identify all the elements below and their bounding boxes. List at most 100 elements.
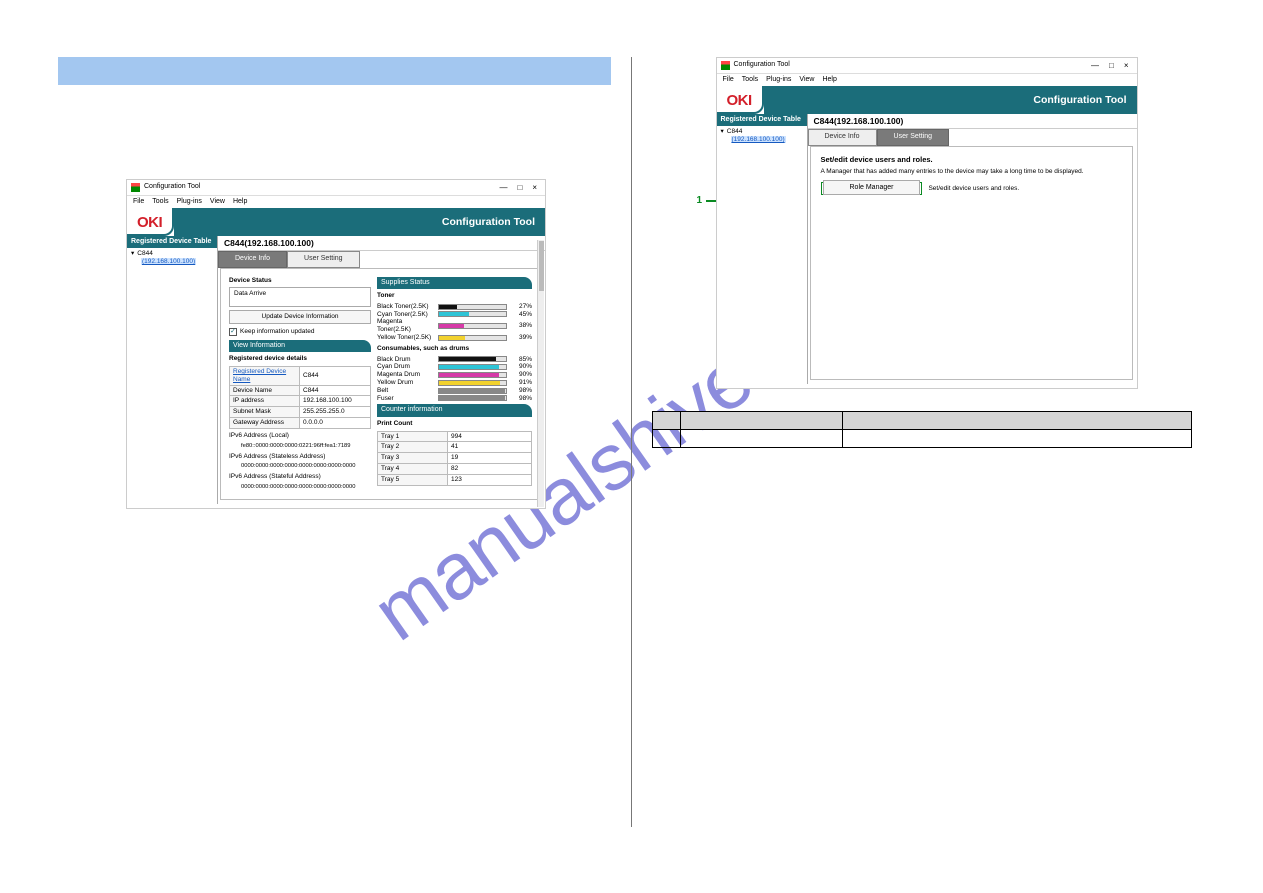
view-info-header: View Information (229, 340, 371, 352)
supply-pct: 91% (510, 379, 532, 387)
menu-file[interactable]: File (723, 76, 734, 84)
menu-help[interactable]: Help (233, 198, 247, 206)
tab-user-setting[interactable]: User Setting (877, 129, 950, 145)
left-pane-header: Registered Device Table (127, 236, 217, 248)
keep-updated-checkbox[interactable]: ✓ (229, 328, 237, 336)
page: Configuration Tool — □ × File Tools Plug… (0, 0, 1263, 893)
menu-help[interactable]: Help (822, 76, 836, 84)
device-status-value: Data Arrive (234, 290, 266, 297)
table-row: Tray 5123 (378, 474, 532, 485)
tab-device-info[interactable]: Device Info (218, 251, 287, 267)
tree-ip-link[interactable]: (192.168.100.100) (141, 258, 196, 265)
supply-row: Cyan Toner(2.5K)45% (377, 311, 532, 319)
supply-row: Black Drum 85% (377, 356, 532, 364)
td-num (652, 430, 680, 448)
menu-view[interactable]: View (210, 198, 225, 206)
supply-pct: 98% (510, 387, 532, 395)
table-header-row (652, 412, 1191, 430)
minimize-button[interactable]: — (499, 183, 507, 193)
window-controls: — □ × (499, 183, 541, 193)
device-title: C844(192.168.100.100) (218, 236, 545, 251)
tray-value: 123 (448, 474, 532, 485)
device-tree: ▾ C844 (192.168.100.100) (127, 248, 217, 268)
menu-plugins[interactable]: Plug-ins (177, 198, 202, 206)
details-header: Registered device details (229, 355, 371, 363)
tree-expand-icon[interactable]: ▾ (721, 128, 724, 136)
scrollbar[interactable] (537, 240, 544, 507)
role-manager-note: Set/edit device users and roles. (928, 185, 1019, 193)
menu-plugins[interactable]: Plug-ins (766, 76, 791, 84)
supply-row: Belt 98% (377, 387, 532, 395)
keep-updated-row[interactable]: ✓ Keep information updated (229, 327, 371, 337)
tray-name: Tray 1 (378, 431, 448, 442)
tree-ip-link[interactable]: (192.168.100.100) (731, 136, 786, 143)
row-val: 255.255.255.0 (300, 407, 371, 418)
table-row: Device NameC844 (230, 385, 371, 396)
left-pane: Registered Device Table ▾ C844 (192.168.… (127, 236, 217, 504)
menu-file[interactable]: File (133, 198, 144, 206)
menu-view[interactable]: View (799, 76, 814, 84)
ipv6-local-value: fe80::0000:0000:0000:0221:96ff:fea1:7189 (229, 443, 371, 450)
scrollbar-thumb[interactable] (539, 241, 544, 291)
ipv6-stateless-label: IPv6 Address (Stateless Address) (229, 453, 371, 461)
tray-value: 994 (448, 431, 532, 442)
supply-name: Black Drum (377, 356, 435, 364)
minimize-button[interactable]: — (1091, 61, 1099, 71)
supply-bar (438, 323, 507, 329)
role-manager-button[interactable]: Role Manager (823, 180, 921, 195)
table-row: Subnet Mask255.255.255.0 (230, 407, 371, 418)
tabs-row: Device Info User Setting (808, 129, 1137, 145)
update-device-info-button[interactable]: Update Device Information (229, 310, 371, 324)
tray-name: Tray 5 (378, 474, 448, 485)
table-row: Registered Device NameC844 (230, 366, 371, 385)
keep-updated-label: Keep information updated (240, 328, 314, 336)
right-pane: C844(192.168.100.100) Device Info User S… (807, 114, 1137, 384)
brand-banner: Configuration Tool (764, 86, 1137, 114)
device-tree: ▾ C844 (192.168.100.100) (717, 126, 807, 146)
supply-pct: 85% (510, 356, 532, 364)
supply-row: Yellow Toner(2.5K)39% (377, 334, 532, 342)
consumables-header: Consumables, such as drums (377, 344, 532, 354)
tree-device[interactable]: C844 (727, 128, 743, 136)
supply-name: Magenta Toner(2.5K) (377, 318, 435, 334)
close-button[interactable]: × (532, 183, 537, 193)
tab-user-setting[interactable]: User Setting (287, 251, 360, 267)
row-key[interactable]: Registered Device Name (230, 366, 300, 385)
supply-pct: 90% (510, 371, 532, 379)
menubar: File Tools Plug-ins View Help (717, 74, 1137, 86)
row-key: Subnet Mask (230, 407, 300, 418)
menu-tools[interactable]: Tools (742, 76, 758, 84)
tray-name: Tray 3 (378, 453, 448, 464)
supply-bar (438, 388, 507, 394)
tree-expand-icon[interactable]: ▾ (131, 250, 134, 258)
th-desc (842, 412, 1191, 430)
supply-bar (438, 380, 507, 386)
app-window-right: Configuration Tool — □ × File Tools Plug… (716, 57, 1138, 389)
brand-row: OKI Configuration Tool (717, 86, 1137, 114)
row-key: Device Name (230, 385, 300, 396)
user-setting-note: A Manager that has added many entries to… (821, 168, 1122, 176)
brand-banner: Configuration Tool (174, 208, 545, 236)
tree-device[interactable]: C844 (137, 250, 153, 258)
menu-tools[interactable]: Tools (152, 198, 168, 206)
close-button[interactable]: × (1124, 61, 1129, 71)
maximize-button[interactable]: □ (1109, 61, 1114, 71)
maximize-button[interactable]: □ (517, 183, 522, 193)
menubar: File Tools Plug-ins View Help (127, 196, 545, 208)
supply-name: Belt (377, 387, 435, 395)
tabs-row: Device Info User Setting (218, 251, 545, 267)
tab-device-info[interactable]: Device Info (808, 129, 877, 145)
table-row (652, 430, 1191, 448)
right-column: 1 Configuration Tool — □ × File Tools Pl… (632, 0, 1263, 893)
supplies-col: Supplies Status Toner Black Toner(2.5K)2… (377, 277, 532, 491)
blue-banner (58, 57, 611, 85)
brand-box: OKI (717, 86, 764, 114)
supply-row: Cyan Drum90% (377, 363, 532, 371)
window-title: Configuration Tool (734, 61, 1091, 69)
supply-bar (438, 356, 507, 362)
supply-bar (438, 335, 507, 341)
table-row: Tray 241 (378, 442, 532, 453)
tray-value: 19 (448, 453, 532, 464)
table-row: Tray 1994 (378, 431, 532, 442)
supply-row: Magenta Toner(2.5K)38% (377, 318, 532, 334)
